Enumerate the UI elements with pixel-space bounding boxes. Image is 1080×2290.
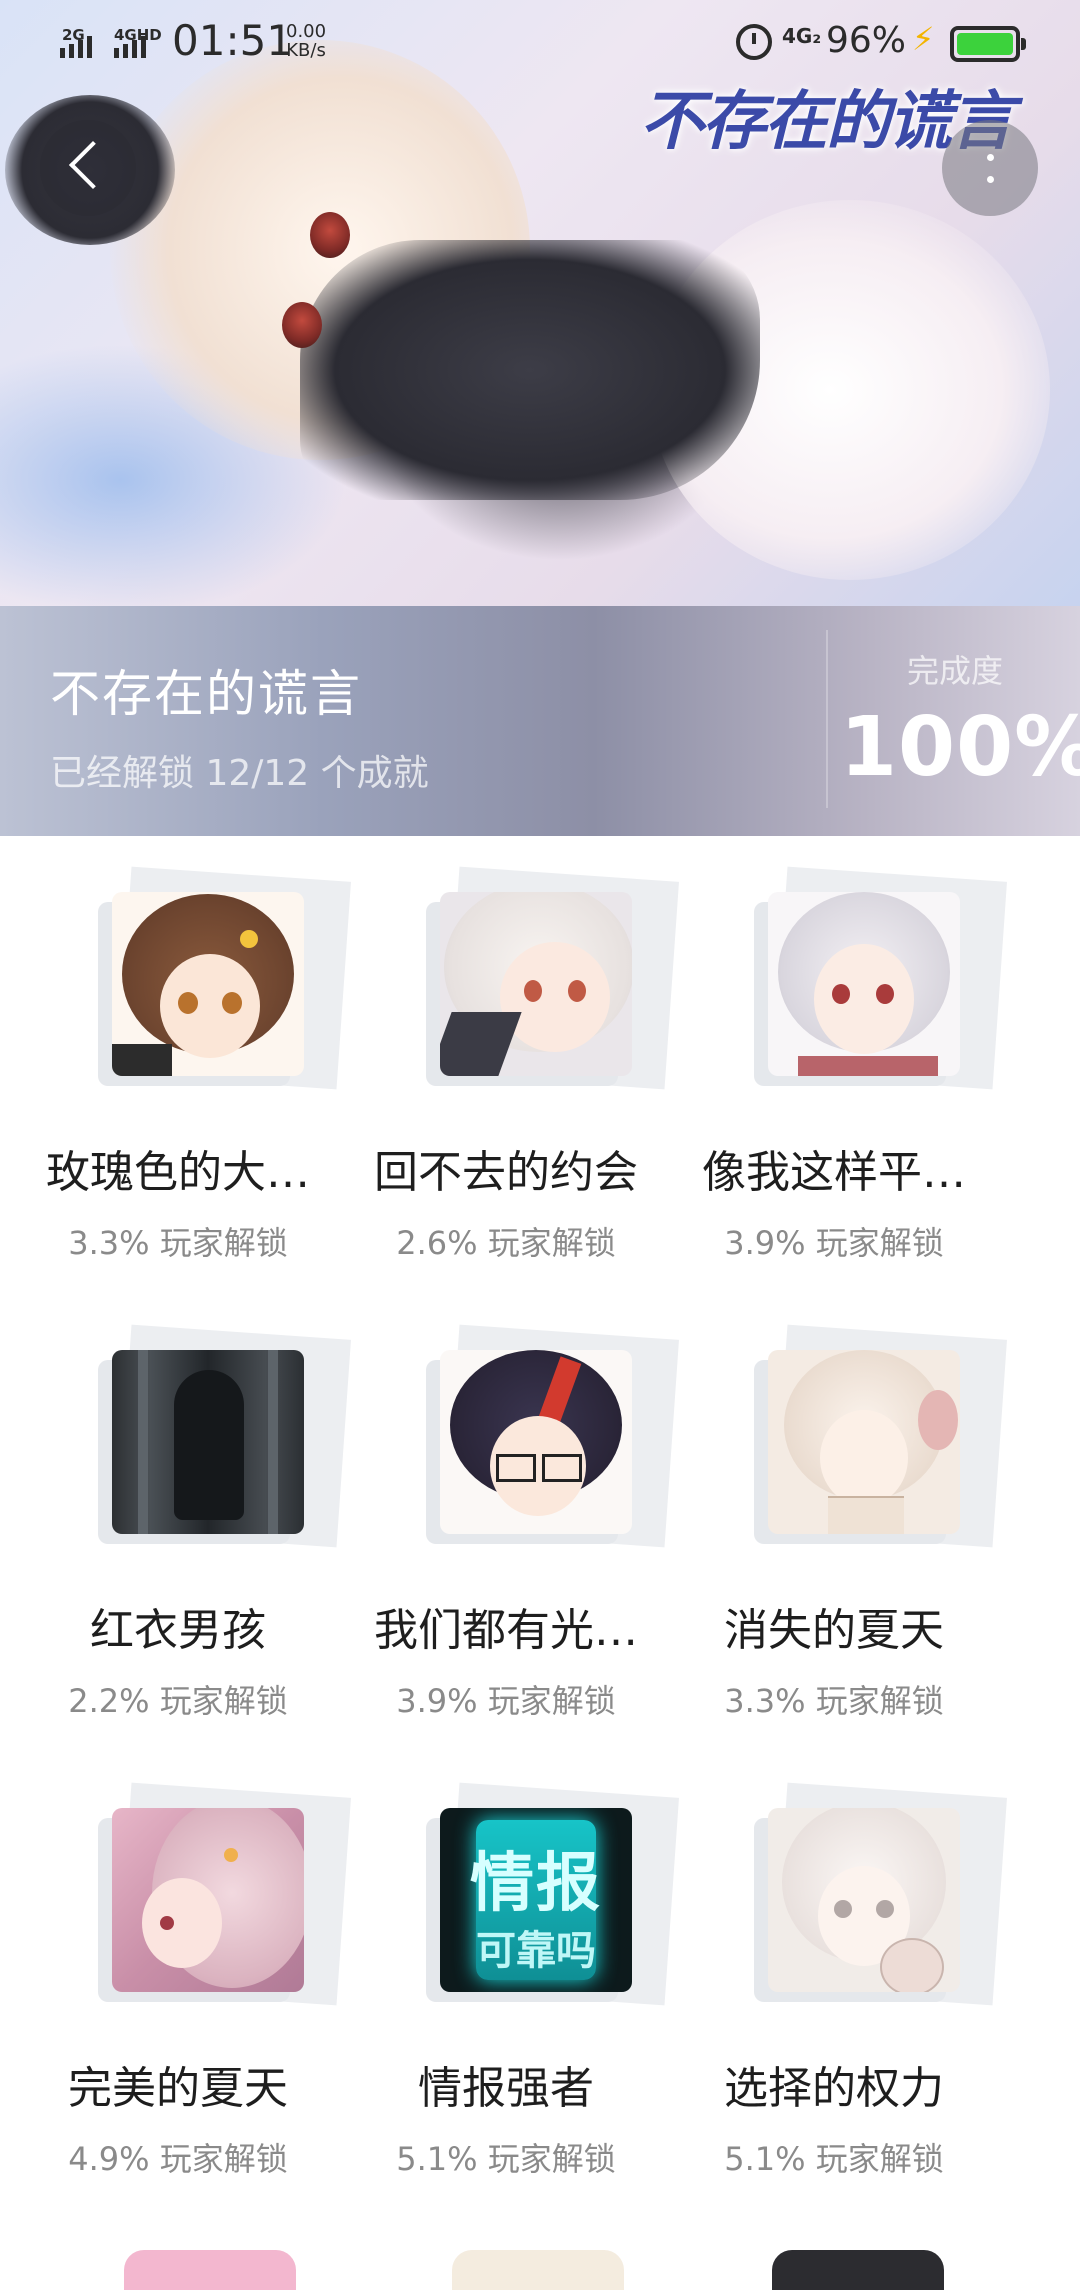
- cover-character-eye: [310, 212, 350, 258]
- achievement-unlock-rate: 5.1% 玩家解锁: [396, 2140, 616, 2178]
- speed-value: 0.00: [286, 21, 327, 42]
- achievement-name: 消失的夏天: [724, 1605, 944, 1656]
- info-card-text: 情报: [470, 1846, 602, 1921]
- achievement-name: 回不去的约会: [374, 1147, 638, 1198]
- achievement-name: 情报强者: [418, 2063, 594, 2114]
- achievement-item[interactable]: 完美的夏天 4.9% 玩家解锁: [14, 1752, 351, 2192]
- achievement-thumbnail: [112, 1350, 304, 1534]
- completion-value: 100%: [840, 700, 1080, 795]
- more-vertical-icon: [987, 176, 994, 183]
- achievement-unlock-rate: 2.6% 玩家解锁: [396, 1224, 616, 1262]
- clock: 01:51: [172, 16, 294, 65]
- achievement-thumbnail: 情报 可靠吗: [440, 1808, 632, 1992]
- achievement-item[interactable]: 选择的权力 5.1% 玩家解锁: [670, 1752, 1007, 2192]
- divider: [826, 630, 828, 808]
- achievement-name: 选择的权力: [724, 2063, 944, 2114]
- achievement-item[interactable]: 消失的夏天 3.3% 玩家解锁: [670, 1294, 1007, 1734]
- achievement-unlock-rate: 3.9% 玩家解锁: [724, 1224, 944, 1262]
- charging-bolt-icon: ⚡: [912, 20, 935, 58]
- achievement-unlock-rate: 4.9% 玩家解锁: [68, 2140, 288, 2178]
- cover-character-jacket: [300, 240, 760, 500]
- achievement-name: 像我这样平…: [702, 1147, 966, 1198]
- chevron-left-icon: [68, 140, 118, 190]
- achievement-name: 玫瑰色的大…: [46, 1147, 310, 1198]
- back-button[interactable]: [40, 120, 136, 216]
- network-speed: 0.00 KB/s: [286, 22, 326, 60]
- alarm-icon: [736, 24, 772, 60]
- achievement-name: 红衣男孩: [90, 1605, 266, 1656]
- info-card-text: 可靠吗: [476, 1927, 596, 1974]
- achievement-thumbnail: [440, 892, 632, 1076]
- battery-icon: [950, 26, 1026, 62]
- achievement-thumbnail-partial: [772, 2250, 944, 2290]
- signal-bars-icon: [114, 32, 146, 58]
- cover-character-eye: [282, 302, 322, 348]
- achievement-unlock-rate: 3.9% 玩家解锁: [396, 1682, 616, 1720]
- achievement-thumbnail-partial: [124, 2250, 296, 2290]
- achievement-thumbnail: [768, 892, 960, 1076]
- achievement-unlock-rate: 5.1% 玩家解锁: [724, 2140, 944, 2178]
- achievement-thumbnail: [112, 892, 304, 1076]
- battery-fill: [957, 33, 1013, 55]
- unlock-summary: 已经解锁 12/12 个成就: [50, 753, 429, 794]
- achievement-unlock-rate: 2.2% 玩家解锁: [68, 1682, 288, 1720]
- achievement-item[interactable]: 像我这样平… 3.9% 玩家解锁: [670, 836, 1007, 1276]
- achievement-item[interactable]: 我们都有光… 3.9% 玩家解锁: [342, 1294, 679, 1734]
- achievement-thumbnail: [768, 1808, 960, 1992]
- achievement-name: 完美的夏天: [68, 2063, 288, 2114]
- speed-unit: KB/s: [286, 40, 326, 61]
- status-bar: 2G 4GHD 01:51 0.00 KB/s 4G₂ 96% ⚡: [0, 0, 1080, 80]
- achievement-unlock-rate: 3.3% 玩家解锁: [68, 1224, 288, 1262]
- achievement-thumbnail: [768, 1350, 960, 1534]
- achievement-thumbnail: [112, 1808, 304, 1992]
- achievement-name: 我们都有光…: [374, 1605, 638, 1656]
- achievement-item[interactable]: 情报 可靠吗 情报强者 5.1% 玩家解锁: [342, 1752, 679, 2192]
- achievement-thumbnail: [440, 1350, 632, 1534]
- achievement-thumbnail-partial: [452, 2250, 624, 2290]
- battery-percentage: 96%: [826, 20, 907, 61]
- achievement-unlock-rate: 3.3% 玩家解锁: [724, 1682, 944, 1720]
- achievement-item[interactable]: 回不去的约会 2.6% 玩家解锁: [342, 836, 679, 1276]
- more-options-button[interactable]: [942, 120, 1038, 216]
- game-title: 不存在的谎言: [50, 665, 362, 723]
- signal-bars-icon: [60, 32, 92, 58]
- achievement-item[interactable]: 玫瑰色的大… 3.3% 玩家解锁: [14, 836, 351, 1276]
- completion-label: 完成度: [906, 652, 1003, 690]
- game-cover-art: 不存在的谎言: [0, 0, 1080, 606]
- more-vertical-icon: [987, 154, 994, 161]
- network-type-label: 4G₂: [782, 24, 822, 48]
- achievement-item[interactable]: 红衣男孩 2.2% 玩家解锁: [14, 1294, 351, 1734]
